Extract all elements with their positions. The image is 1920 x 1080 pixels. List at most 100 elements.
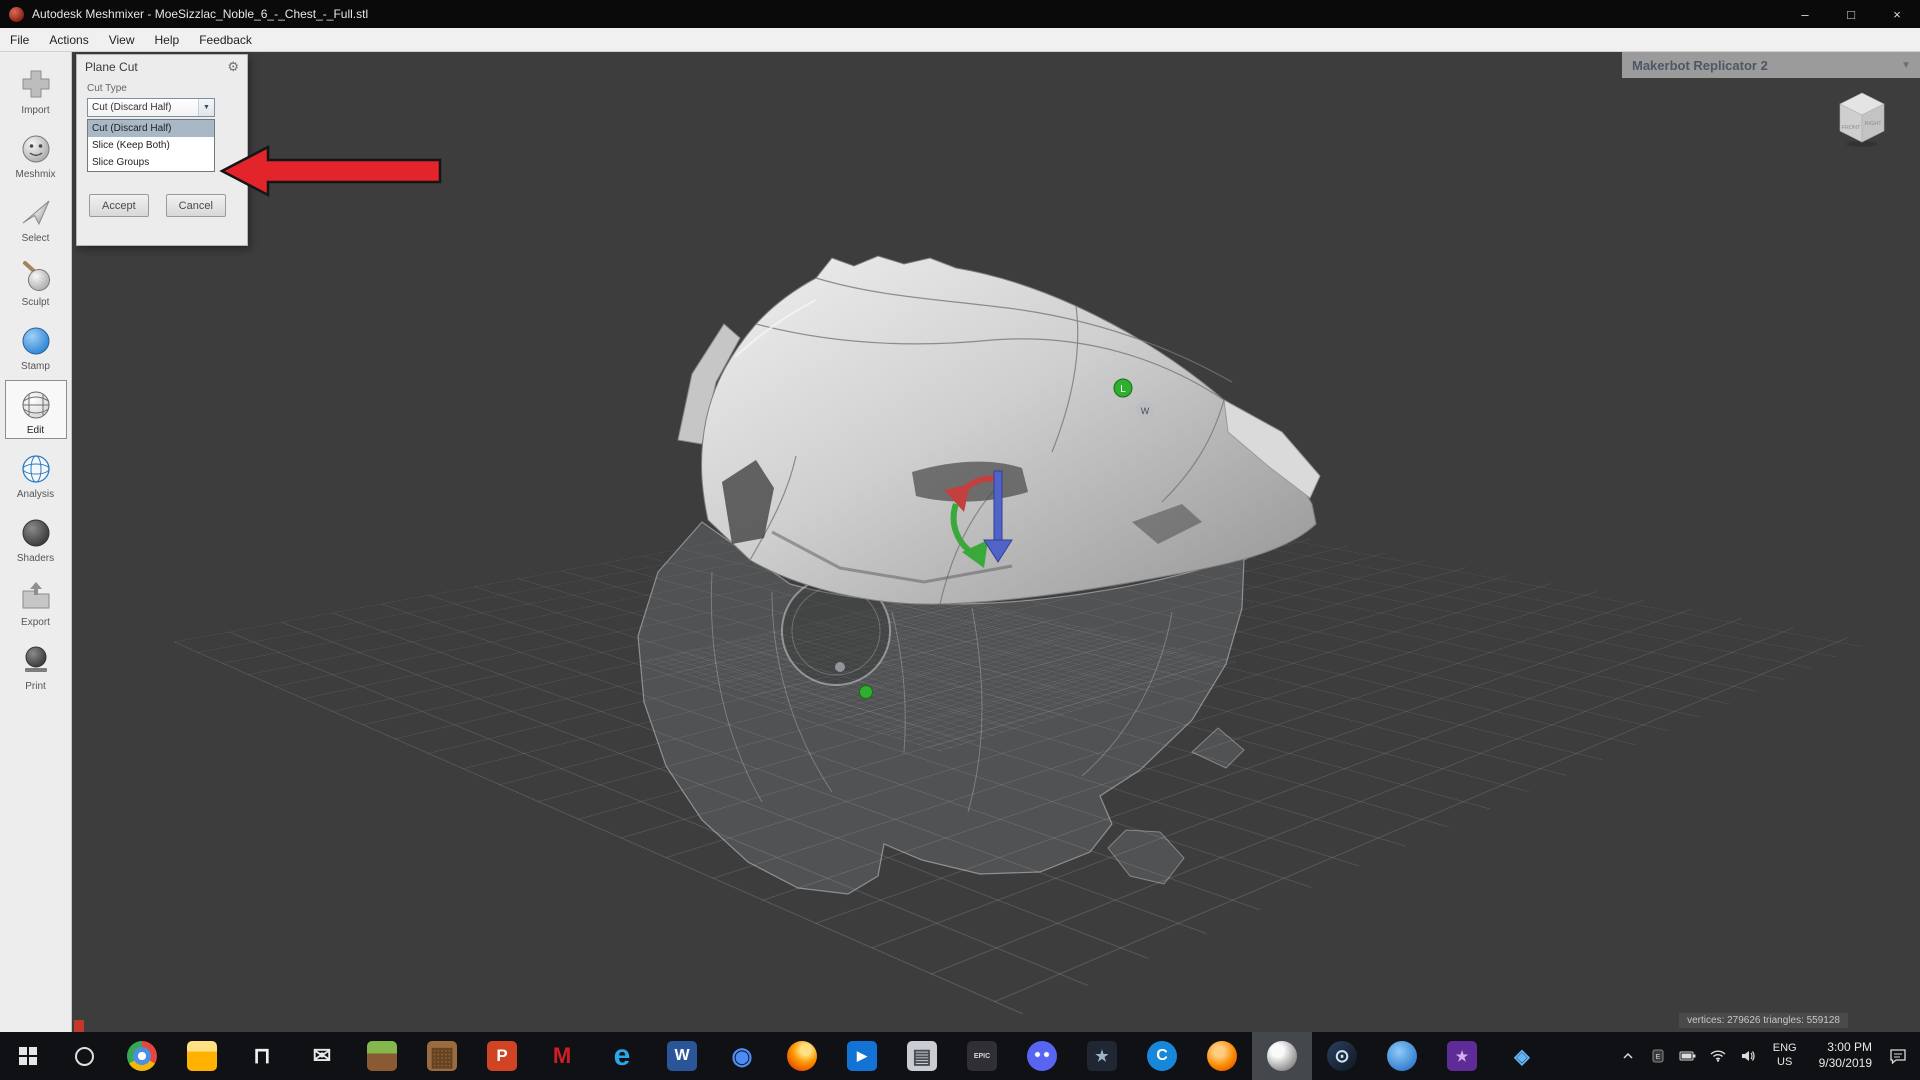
windows-icon	[18, 1046, 38, 1066]
option-cut-discard-half[interactable]: Cut (Discard Half)	[88, 120, 214, 137]
firefox-icon[interactable]	[772, 1032, 832, 1080]
tool-icon	[16, 64, 56, 104]
close-button[interactable]: ×	[1874, 0, 1920, 28]
app-glyph-icon: ◈	[1507, 1041, 1537, 1071]
clock-time: 3:00 PM	[1819, 1040, 1872, 1056]
app-icon-blue[interactable]	[1372, 1032, 1432, 1080]
epic-tray-button[interactable]: E	[1643, 1032, 1673, 1080]
meshmixer-icon[interactable]	[1252, 1032, 1312, 1080]
tool-icon	[16, 384, 56, 424]
maximize-button[interactable]: □	[1828, 0, 1874, 28]
app-glyph-icon: ⊙	[1327, 1041, 1357, 1071]
app-glyph-icon: P	[487, 1041, 517, 1071]
app-glyph-icon	[1027, 1041, 1057, 1071]
tool-meshmix[interactable]: Meshmix	[5, 124, 67, 183]
menu-file[interactable]: File	[0, 33, 39, 47]
menu-help[interactable]: Help	[145, 33, 190, 47]
microsoft-store-icon[interactable]: ⊓	[232, 1032, 292, 1080]
app-icon-purple[interactable]: ★	[1432, 1032, 1492, 1080]
minimize-button[interactable]: –	[1782, 0, 1828, 28]
plane-cut-dialog: Plane Cut ⚙ Cut Type Cut (Discard Half) …	[76, 54, 248, 246]
tool-label: Stamp	[21, 361, 50, 372]
search-button[interactable]	[56, 1032, 112, 1080]
titlebar: Autodesk Meshmixer - MoeSizzlac_Noble_6_…	[0, 0, 1920, 28]
powerpoint-icon[interactable]: P	[472, 1032, 532, 1080]
clock[interactable]: 3:00 PM 9/30/2019	[1819, 1040, 1872, 1071]
battery-button[interactable]	[1673, 1032, 1703, 1080]
maps-icon[interactable]: ◉	[712, 1032, 772, 1080]
network-button[interactable]	[1703, 1032, 1733, 1080]
discord-icon[interactable]	[1012, 1032, 1072, 1080]
tool-label: Sculpt	[22, 297, 50, 308]
edge-icon[interactable]: e	[592, 1032, 652, 1080]
tool-label: Export	[21, 617, 50, 628]
accept-button[interactable]: Accept	[89, 194, 149, 217]
option-slice-groups[interactable]: Slice Groups	[88, 154, 214, 171]
tray-expand-button[interactable]	[1613, 1032, 1643, 1080]
tool-sculpt[interactable]: Sculpt	[5, 252, 67, 311]
cancel-button[interactable]: Cancel	[166, 194, 226, 217]
movies-tv-icon[interactable]: ▶	[832, 1032, 892, 1080]
minecraft-icon[interactable]	[352, 1032, 412, 1080]
tool-export[interactable]: Export	[5, 572, 67, 631]
language-code: ENG	[1773, 1042, 1797, 1056]
tool-import[interactable]: Import	[5, 60, 67, 119]
game-icon-dark[interactable]: ★	[1072, 1032, 1132, 1080]
app-glyph-icon	[1267, 1041, 1297, 1071]
epic-tray-icon: E	[1650, 1048, 1666, 1064]
view-cube-front-label: FRONT	[1842, 125, 1862, 131]
menu-view[interactable]: View	[99, 33, 145, 47]
window-title: Autodesk Meshmixer - MoeSizzlac_Noble_6_…	[32, 7, 368, 21]
viewport-corner-marker	[74, 1020, 84, 1032]
app-glyph-icon: e	[607, 1041, 637, 1071]
battery-icon	[1679, 1048, 1697, 1064]
language-indicator[interactable]: ENG US	[1773, 1042, 1797, 1070]
view-cube[interactable]: FRONT RIGHT	[1830, 84, 1894, 148]
steam-icon[interactable]: ⊙	[1312, 1032, 1372, 1080]
file-explorer-icon[interactable]	[172, 1032, 232, 1080]
mathematica-icon[interactable]: M	[532, 1032, 592, 1080]
marker-w-label: W	[1141, 406, 1150, 416]
tool-label: Analysis	[17, 489, 54, 500]
printer-dropdown-icon[interactable]: ▼	[1901, 60, 1911, 71]
word-icon[interactable]: W	[652, 1032, 712, 1080]
gear-icon[interactable]: ⚙	[227, 59, 239, 75]
dropdown-value: Cut (Discard Half)	[92, 102, 171, 113]
tool-analysis[interactable]: Analysis	[5, 444, 67, 503]
tool-select[interactable]: Select	[5, 188, 67, 247]
app-glyph-icon	[787, 1041, 817, 1071]
notification-center-button[interactable]	[1884, 1032, 1914, 1080]
tool-shaders[interactable]: Shaders	[5, 508, 67, 567]
tool-stamp[interactable]: Stamp	[5, 316, 67, 375]
printer-3d-icon[interactable]: ▤	[892, 1032, 952, 1080]
app-icon-molecule[interactable]: ◈	[1492, 1032, 1552, 1080]
minecraft-block-icon[interactable]: ▦	[412, 1032, 472, 1080]
cut-type-label: Cut Type	[87, 83, 247, 94]
app-glyph-icon: ▤	[907, 1041, 937, 1071]
volume-button[interactable]	[1733, 1032, 1763, 1080]
chrome-icon[interactable]	[112, 1032, 172, 1080]
printer-selector[interactable]: Makerbot Replicator 2 ▼	[1622, 52, 1920, 78]
option-slice-keep-both[interactable]: Slice (Keep Both)	[88, 137, 214, 154]
tool-edit[interactable]: Edit	[5, 380, 67, 439]
menu-actions[interactable]: Actions	[39, 33, 98, 47]
taskbar: ⊓ ✉ ▦ P M	[0, 1032, 1920, 1080]
cemu-icon[interactable]: C	[1132, 1032, 1192, 1080]
view-cube-right-label: RIGHT	[1864, 121, 1882, 127]
menubar: File Actions View Help Feedback	[0, 28, 1920, 52]
tool-label: Edit	[27, 425, 44, 436]
viewport-3d[interactable]: L W Makerbot Replicator 2 ▼ FRONT RIGHT …	[72, 52, 1920, 1032]
app-glyph-icon: ★	[1447, 1041, 1477, 1071]
game-icon-orange[interactable]	[1192, 1032, 1252, 1080]
app-glyph-icon: ◉	[727, 1041, 757, 1071]
app-glyph-icon: EPIC	[967, 1041, 997, 1071]
mail-icon[interactable]: ✉	[292, 1032, 352, 1080]
tool-print[interactable]: Print	[5, 636, 67, 695]
cut-type-dropdown[interactable]: Cut (Discard Half) ▼	[87, 98, 215, 117]
tool-label: Import	[21, 105, 49, 116]
chevron-down-icon[interactable]: ▼	[198, 99, 214, 116]
menu-feedback[interactable]: Feedback	[189, 33, 262, 47]
start-button[interactable]	[0, 1032, 56, 1080]
epic-games-icon[interactable]: EPIC	[952, 1032, 1012, 1080]
svg-text:E: E	[1655, 1054, 1660, 1061]
